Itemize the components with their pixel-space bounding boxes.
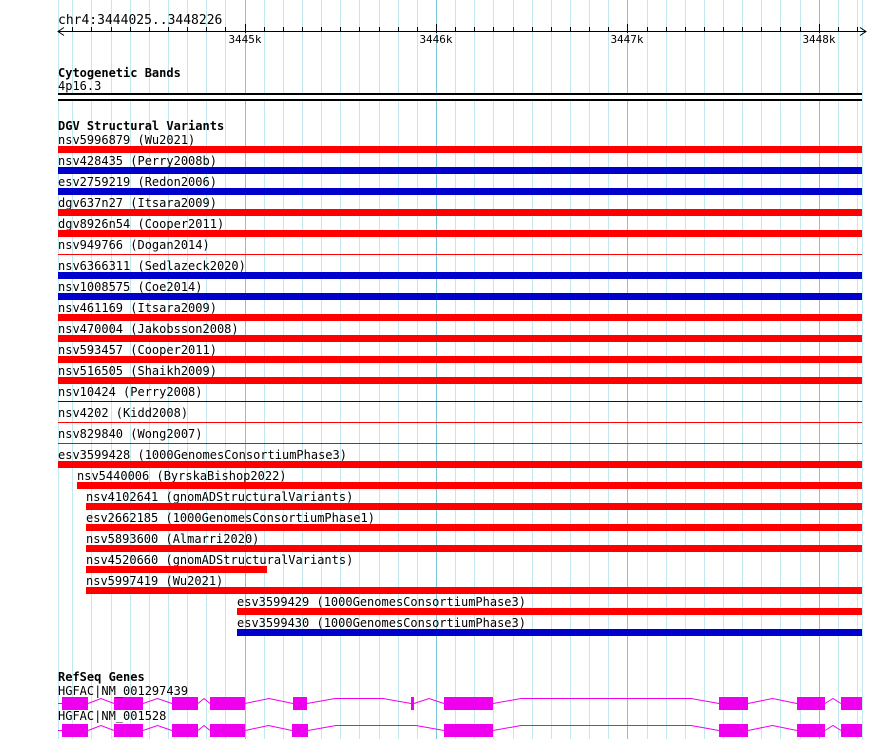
- dgv-track-header: DGV Structural Variants: [58, 119, 225, 133]
- variant-bar[interactable]: [58, 146, 862, 153]
- variant-label: dgv637n27 (Itsara2009): [58, 196, 217, 210]
- variant-label: nsv829840 (Wong2007): [58, 427, 203, 441]
- variant-bar[interactable]: [86, 545, 862, 552]
- ruler-tick-label: 3446k: [419, 33, 453, 46]
- exon-box[interactable]: [797, 724, 825, 737]
- variant-bar[interactable]: [58, 293, 862, 300]
- variant-bar[interactable]: [58, 254, 862, 255]
- variant-label: nsv4520660 (gnomADStructuralVariants): [86, 553, 354, 567]
- variant-label: nsv10424 (Perry2008): [58, 385, 203, 399]
- variant-bar[interactable]: [77, 482, 862, 489]
- region-title: chr4:3444025..3448226: [58, 13, 223, 28]
- variant-bar[interactable]: [58, 461, 862, 468]
- gene-model[interactable]: [58, 724, 862, 737]
- variant-label: nsv516505 (Shaikh2009): [58, 364, 217, 378]
- variant-bar[interactable]: [58, 401, 862, 402]
- variant-label: nsv6366311 (Sedlazeck2020): [58, 259, 246, 273]
- variant-label: nsv4202 (Kidd2008): [58, 406, 189, 420]
- exon-box[interactable]: [292, 724, 308, 737]
- variant-bar[interactable]: [86, 587, 862, 594]
- variant-label: esv2759219 (Redon2006): [58, 175, 217, 189]
- exon-box[interactable]: [210, 697, 245, 710]
- variant-bar[interactable]: [58, 314, 862, 321]
- variant-label: nsv428435 (Perry2008b): [58, 154, 217, 168]
- variant-label: nsv5440006 (ByrskaBishop2022): [77, 469, 287, 483]
- variant-label: nsv5996879 (Wu2021): [58, 133, 196, 147]
- variant-label: esv2662185 (1000GenomesConsortiumPhase1): [86, 511, 375, 525]
- exon-box[interactable]: [62, 724, 88, 737]
- variant-label: dgv8926n54 (Cooper2011): [58, 217, 225, 231]
- exon-box[interactable]: [210, 724, 245, 737]
- variant-bar[interactable]: [86, 524, 862, 531]
- exon-box[interactable]: [841, 724, 862, 737]
- variant-label: nsv470004 (Jakobsson2008): [58, 322, 239, 336]
- exon-box[interactable]: [293, 697, 307, 710]
- variant-bar[interactable]: [58, 209, 862, 216]
- variant-bar[interactable]: [58, 356, 862, 363]
- variant-bar[interactable]: [237, 608, 862, 615]
- ruler-tick-label: 3445k: [228, 33, 262, 46]
- variant-bar[interactable]: [58, 335, 862, 342]
- variant-label: nsv1008575 (Coe2014): [58, 280, 203, 294]
- exon-box[interactable]: [411, 697, 414, 710]
- exon-box[interactable]: [114, 724, 143, 737]
- variant-bar[interactable]: [86, 503, 862, 510]
- exon-box[interactable]: [172, 724, 198, 737]
- cytoband-label: 4p16.3: [58, 79, 102, 93]
- gene-model[interactable]: [58, 697, 862, 710]
- exon-box[interactable]: [444, 724, 493, 737]
- ruler-tick-label: 3447k: [610, 33, 644, 46]
- exon-box[interactable]: [172, 697, 198, 710]
- variant-bar[interactable]: [58, 272, 862, 279]
- variant-bar[interactable]: [58, 167, 862, 174]
- variant-label: esv3599430 (1000GenomesConsortiumPhase3): [237, 616, 526, 630]
- gene-label: HGFAC|NM_001297439: [58, 684, 189, 698]
- variant-label: nsv4102641 (gnomADStructuralVariants): [86, 490, 354, 504]
- cytoband-box: [58, 93, 862, 101]
- gene-label: HGFAC|NM_001528: [58, 709, 167, 723]
- variant-bar[interactable]: [58, 422, 862, 423]
- variant-bar[interactable]: [58, 377, 862, 384]
- variant-bar[interactable]: [58, 188, 862, 195]
- refseq-track-header: RefSeq Genes: [58, 670, 145, 684]
- variant-label: esv3599428 (1000GenomesConsortiumPhase3): [58, 448, 347, 462]
- exon-box[interactable]: [719, 697, 748, 710]
- genome-browser: chr4:3444025..3448226 3445k 3446k 3447k 344…: [0, 0, 890, 739]
- variant-label: esv3599429 (1000GenomesConsortiumPhase3): [237, 595, 526, 609]
- ruler-tick-label: 3448k: [802, 33, 836, 46]
- variant-label: nsv5997419 (Wu2021): [86, 574, 224, 588]
- variant-label: nsv593457 (Cooper2011): [58, 343, 217, 357]
- variant-bar[interactable]: [237, 629, 862, 636]
- exon-box[interactable]: [841, 697, 862, 710]
- exon-box[interactable]: [719, 724, 748, 737]
- exon-box[interactable]: [444, 697, 493, 710]
- variant-label: nsv461169 (Itsara2009): [58, 301, 217, 315]
- variant-bar[interactable]: [58, 443, 862, 444]
- variant-bar[interactable]: [86, 566, 267, 573]
- variant-label: nsv5893600 (Almarri2020): [86, 532, 260, 546]
- exon-box[interactable]: [797, 697, 825, 710]
- variant-label: nsv949766 (Dogan2014): [58, 238, 210, 252]
- variant-bar[interactable]: [58, 230, 862, 237]
